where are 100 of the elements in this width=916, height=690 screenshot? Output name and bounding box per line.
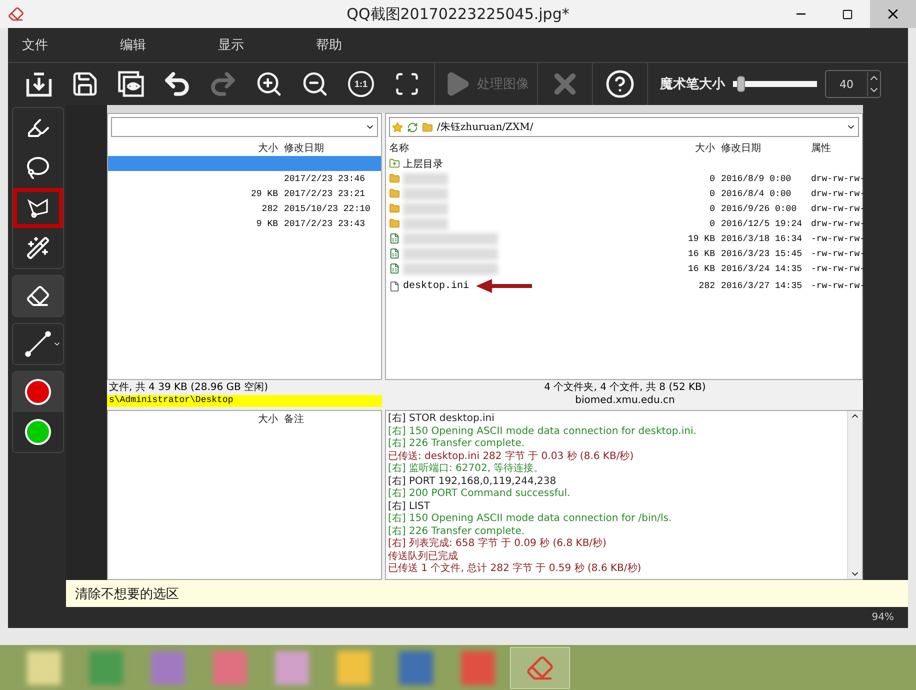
folder-icon <box>389 218 400 229</box>
log-line: 已传送: desktop.ini 282 字节 于 0.03 秒 (8.6 KB/秒) <box>388 450 635 462</box>
table-cell-text: 0 <box>708 204 716 214</box>
zoom-in-icon <box>255 70 283 98</box>
column-header: 修改日期 <box>283 142 325 155</box>
actual-size-button[interactable]: 1:1 <box>338 65 384 103</box>
table-cell-text: 16 KB <box>686 248 716 258</box>
menu-item[interactable]: 帮助 <box>302 36 400 54</box>
table-cell-text: 2016/8/9 0:00 <box>720 174 792 184</box>
app-icon <box>8 6 24 22</box>
save-icon <box>71 70 99 98</box>
table-cell-text: 2017/2/23 23:21 <box>283 188 366 198</box>
caret-icon <box>53 340 61 348</box>
eraser-icon <box>26 284 50 308</box>
column-header: 备注 <box>283 412 305 426</box>
eraser-tool[interactable] <box>13 276 63 316</box>
slider-thumb[interactable] <box>736 76 745 92</box>
undo-icon <box>162 69 192 99</box>
log-line: [右] 226 Transfer complete. <box>388 438 526 450</box>
star-icon <box>392 122 403 132</box>
redo-icon <box>208 69 238 99</box>
log-line: 已传送 1 个文件, 总计 282 字节 于 0.59 秒 (8.6 KB/秒) <box>388 563 642 576</box>
blurred-name <box>403 188 448 200</box>
local-path: s\Administrator\Desktop <box>107 395 382 407</box>
menu-item[interactable]: 编辑 <box>106 36 204 54</box>
column-header: 大小 <box>257 412 279 426</box>
log-line: [右] 226 Transfer complete. <box>388 526 526 538</box>
folder-icon <box>422 122 433 132</box>
table-cell-text: 0 <box>708 188 716 198</box>
spreadsheet-icon <box>389 248 400 259</box>
file-name: desktop.ini <box>403 280 470 292</box>
table-cell-text: 282 <box>260 204 279 214</box>
blurred-name <box>403 218 448 230</box>
table-cell-text: 29 KB <box>250 188 279 198</box>
eraser-icon <box>526 654 554 682</box>
file-icon <box>389 280 400 292</box>
folder-up-icon <box>389 158 400 169</box>
table-cell-text: 16 KB <box>686 264 716 274</box>
column-header: 名称 <box>388 142 410 155</box>
table-cell-text: 9 KB <box>255 218 279 228</box>
table-cell-text: 19 KB <box>686 234 716 244</box>
table-cell-text: 2016/3/27 14:35 <box>720 281 804 291</box>
polygon-lasso-icon <box>26 196 50 220</box>
path-field: /朱钰zhuruan/ZXM/ <box>389 117 859 137</box>
menu-item[interactable]: 显示 <box>204 36 302 54</box>
log-line: [右] 200 PORT Command successful. <box>388 488 572 500</box>
log-line: [右] 列表完成: 658 字节 于 0.09 秒 (6.8 KB/秒) <box>388 538 608 550</box>
column-header: 属性 <box>810 142 832 155</box>
table-cell-text: 2017/2/23 23:46 <box>283 174 366 184</box>
table-cell-text: 0 <box>708 218 716 228</box>
close-button[interactable] <box>870 0 916 28</box>
zoom-level: 94% <box>872 612 894 623</box>
file-name: 上层目录 <box>403 158 443 170</box>
color-swatch-button[interactable] <box>13 372 63 412</box>
blurred-name <box>403 172 448 184</box>
preview-icon <box>117 70 145 98</box>
lasso-icon <box>26 156 50 180</box>
log-line: 传送队列已完成 <box>388 550 459 562</box>
status-text: 文件, 共 4 39 KB (28.96 GB 空闲) <box>108 380 269 395</box>
table-cell-text: 2017/2/23 23:43 <box>283 218 366 228</box>
fit-screen-icon <box>394 71 420 97</box>
menu-item[interactable]: 文件 <box>8 36 106 54</box>
host-text: biomed.xmu.edu.cn <box>574 395 676 408</box>
table-cell-text: 2016/9/26 0:00 <box>720 204 798 214</box>
help-icon <box>605 69 635 99</box>
log-line: [右] 150 Opening ASCII mode data connection for desktop.ini. <box>388 426 698 438</box>
table-cell-text: 0 <box>708 174 716 184</box>
blurred-name <box>403 202 448 214</box>
column-header: 修改日期 <box>720 142 762 155</box>
log-line: [右] 监听端口: 62702, 等待连接。 <box>388 463 545 476</box>
hint-text: 清除不想要的选区 <box>75 586 179 602</box>
log-line: [右] 150 Opening ASCII mode data connection for /bin/ls. <box>388 513 673 526</box>
table-cell-text: 2016/3/18 16:34 <box>720 234 804 244</box>
table-cell-text: 2015/10/23 22:10 <box>283 204 372 214</box>
log-line: [右] STOR desktop.ini <box>388 413 496 426</box>
spreadsheet-icon <box>389 233 400 244</box>
maximize-icon <box>842 8 852 20</box>
spreadsheet-icon <box>389 263 400 274</box>
table-cell-text: 2016/3/24 14:35 <box>720 264 804 274</box>
status-text: 4 个文件夹, 4 个文件, 共 8 (52 KB) <box>543 380 707 395</box>
column-header: 大小 <box>694 142 716 155</box>
folder-icon <box>389 188 400 199</box>
refresh-icon <box>407 122 418 132</box>
table-cell-text: 2016/3/23 15:45 <box>720 248 804 258</box>
column-header: 大小 <box>257 142 279 155</box>
taskbar-item[interactable] <box>510 646 570 688</box>
brush-size-field[interactable]: 40 <box>825 70 881 98</box>
scrollbar[interactable] <box>847 411 862 579</box>
zoom-out-icon <box>301 70 329 98</box>
window-title: QQ截图20170223225045.jpg* <box>346 4 570 24</box>
line-icon <box>24 330 52 358</box>
table-cell-text: 2016/8/4 0:00 <box>720 188 792 198</box>
table-cell-text: 2016/12/5 19:24 <box>720 218 804 228</box>
highlighter-icon <box>26 116 50 140</box>
table-cell-text: 282 <box>698 281 716 291</box>
brush-size-label: 魔术笔大小 <box>660 76 725 93</box>
magic-wand-icon <box>26 236 50 260</box>
log-line: [右] LIST <box>388 500 431 513</box>
polygon-lasso-tool[interactable] <box>13 188 63 228</box>
folder-icon <box>389 203 400 214</box>
